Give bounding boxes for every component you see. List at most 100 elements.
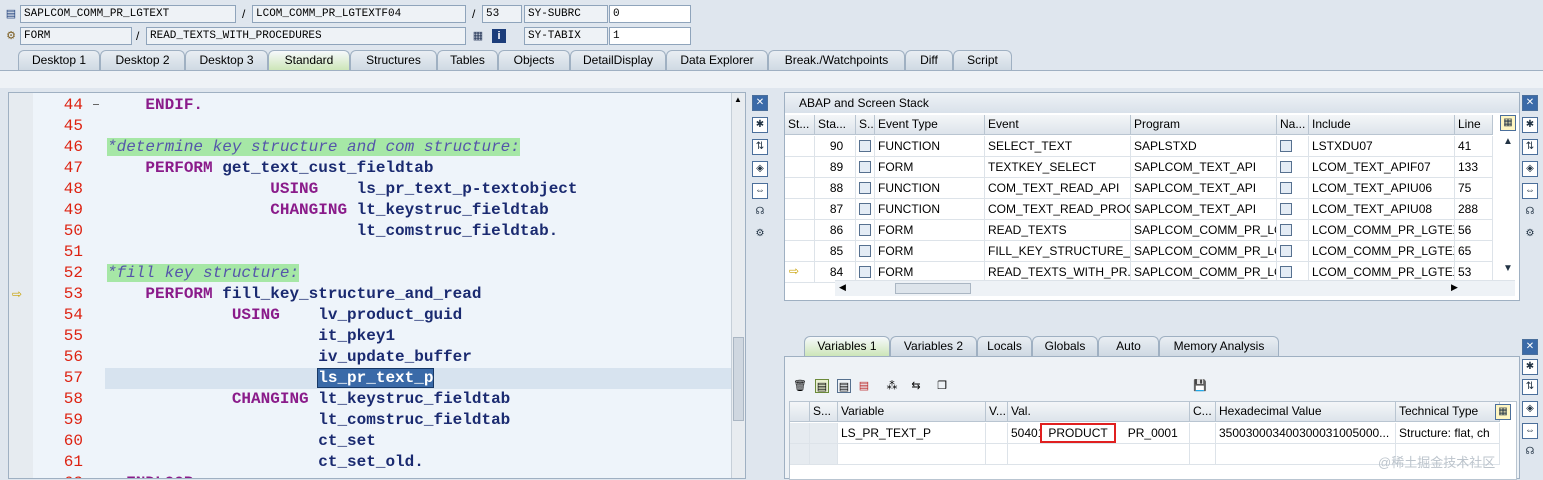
- service-icon[interactable]: ☊: [1522, 445, 1538, 461]
- service-icon[interactable]: ☊: [752, 205, 768, 221]
- table-row[interactable]: 90 FUNCTION SELECT_TEXT SAPLSTXD LSTXDU07 41: [785, 136, 1493, 157]
- tab-desktop-3[interactable]: Desktop 3: [185, 50, 268, 70]
- variable-col-header[interactable]: S...: [810, 402, 838, 422]
- layout-icon[interactable]: ▦: [1500, 115, 1516, 131]
- event-type-field[interactable]: FORM: [20, 27, 132, 45]
- save-icon[interactable]: 💾: [1193, 379, 1207, 393]
- maximize-icon[interactable]: ◈: [1522, 401, 1538, 417]
- table-row[interactable]: 88 FUNCTION COM_TEXT_READ_API SAPLCOM_TEXT_…: [785, 178, 1493, 199]
- tab-auto[interactable]: Auto: [1098, 336, 1159, 356]
- tab-tables[interactable]: Tables: [437, 50, 498, 70]
- sysval-field-1[interactable]: 0: [609, 5, 691, 23]
- tab-variables-1[interactable]: Variables 1: [804, 336, 890, 356]
- tab-break-watchpoints[interactable]: Break./Watchpoints: [768, 50, 905, 70]
- table-row[interactable]: 87 FUNCTION COM_TEXT_READ_PROC... SAPLCOM_T…: [785, 199, 1493, 220]
- tab-desktop-2[interactable]: Desktop 2: [100, 50, 185, 70]
- program-field[interactable]: SAPLCOM_COMM_PR_LGTEXT: [20, 5, 236, 23]
- resize-icon[interactable]: ⇔: [752, 183, 768, 199]
- list-icon[interactable]: ▤: [837, 379, 851, 393]
- swap-tool-icon[interactable]: ⇅: [752, 139, 768, 155]
- settings-icon[interactable]: ⚙: [1522, 227, 1538, 243]
- new-tool-icon[interactable]: ✱: [1522, 359, 1538, 375]
- stack-col-header[interactable]: Program: [1131, 115, 1277, 135]
- sysval-field-2[interactable]: 1: [609, 27, 691, 45]
- tab-globals[interactable]: Globals: [1032, 336, 1098, 356]
- new-tool-icon[interactable]: ✱: [1522, 117, 1538, 133]
- swap-tool-icon[interactable]: ⇅: [1522, 139, 1538, 155]
- tab-locals[interactable]: Locals: [977, 336, 1032, 356]
- stack-col-header[interactable]: Event Type: [875, 115, 985, 135]
- stack-col-header[interactable]: S...: [856, 115, 875, 135]
- line-field[interactable]: 53: [482, 5, 522, 23]
- tab-diff[interactable]: Diff: [905, 50, 953, 70]
- resize-icon[interactable]: ⇔: [1522, 423, 1538, 439]
- scroll-right-arrow[interactable]: ▶: [1451, 282, 1458, 293]
- table-row[interactable]: 85 FORM FILL_KEY_STRUCTURE_... SAPLCOM_COMM…: [785, 241, 1493, 262]
- variable-col-header[interactable]: Technical Type: [1396, 402, 1500, 422]
- event-type-icon[interactable]: [859, 266, 871, 278]
- tab-structures[interactable]: Structures: [350, 50, 437, 70]
- variable-col-header[interactable]: Hexadecimal Value: [1216, 402, 1396, 422]
- delete-icon[interactable]: 🗑: [793, 379, 807, 393]
- event-type-icon[interactable]: [859, 203, 871, 215]
- info-icon[interactable]: i: [492, 29, 506, 43]
- stack-col-header[interactable]: St...: [785, 115, 815, 135]
- scroll-thumb[interactable]: [733, 337, 744, 421]
- stack-col-header[interactable]: Include: [1309, 115, 1455, 135]
- scroll-down-icon[interactable]: ▼: [1500, 262, 1516, 278]
- selected-identifier[interactable]: ls_pr_text_p: [317, 368, 435, 388]
- navigate-icon[interactable]: ⇆: [909, 379, 923, 393]
- navigate-icon[interactable]: [1280, 203, 1292, 215]
- hierarchy-icon[interactable]: ⁂: [885, 379, 899, 393]
- stack-col-header[interactable]: Sta...: [815, 115, 856, 135]
- navigate-icon[interactable]: [1280, 140, 1292, 152]
- event-type-icon[interactable]: [859, 161, 871, 173]
- resize-icon[interactable]: ⇔: [1522, 183, 1538, 199]
- copy-icon[interactable]: ❐: [935, 379, 949, 393]
- service-icon[interactable]: ☊: [1522, 205, 1538, 221]
- tab-detaildisplay[interactable]: DetailDisplay: [570, 50, 666, 70]
- maximize-icon[interactable]: ◈: [752, 161, 768, 177]
- event-type-icon[interactable]: [859, 224, 871, 236]
- variable-col-header[interactable]: Val.: [1008, 402, 1190, 422]
- navigate-icon[interactable]: [1280, 266, 1292, 278]
- event-type-icon[interactable]: [859, 140, 871, 152]
- maximize-icon[interactable]: ◈: [1522, 161, 1538, 177]
- stack-col-header[interactable]: Line: [1455, 115, 1493, 135]
- tab-memory-analysis[interactable]: Memory Analysis: [1159, 336, 1279, 356]
- table-row[interactable]: LS_PR_TEXT_P 50401 PRODUCT PR_0001 350030003…: [790, 423, 1516, 444]
- tab-desktop-1[interactable]: Desktop 1: [18, 50, 100, 70]
- scroll-left-arrow[interactable]: ◀: [839, 282, 846, 293]
- swap-tool-icon[interactable]: ⇅: [1522, 379, 1538, 395]
- stack-hscrollbar[interactable]: ◀ ▶: [835, 280, 1515, 296]
- stack-col-header[interactable]: Na...: [1277, 115, 1309, 135]
- navigate-icon[interactable]: [1280, 161, 1292, 173]
- source-editor[interactable]: 44 ENDIF. 45 46 *determine key structure an…: [8, 92, 746, 479]
- event-type-icon[interactable]: [859, 245, 871, 257]
- scroll-up-arrow[interactable]: ▲: [734, 95, 742, 104]
- insert-row-icon[interactable]: ▤: [815, 379, 829, 393]
- table-row[interactable]: 89 FORM TEXTKEY_SELECT SAPLCOM_TEXT_API LCOM…: [785, 157, 1493, 178]
- settings-icon[interactable]: ⚙: [752, 227, 768, 243]
- variable-col-header[interactable]: Variable: [838, 402, 986, 422]
- stack-col-header[interactable]: Event: [985, 115, 1131, 135]
- variable-col-header[interactable]: V...: [986, 402, 1008, 422]
- include-field[interactable]: LCOM_COMM_PR_LGTEXTF04: [252, 5, 466, 23]
- tab-variables-2[interactable]: Variables 2: [890, 336, 977, 356]
- close-icon[interactable]: ✕: [1522, 339, 1538, 355]
- event-name-field[interactable]: READ_TEXTS_WITH_PROCEDURES: [146, 27, 466, 45]
- layout-icon[interactable]: ▦: [1495, 404, 1511, 420]
- navigate-icon[interactable]: ▦: [471, 29, 485, 43]
- close-icon[interactable]: ✕: [752, 95, 768, 111]
- scroll-thumb[interactable]: [895, 283, 971, 294]
- sort-icon[interactable]: ▤: [857, 379, 871, 393]
- breakpoint-gutter[interactable]: [9, 93, 33, 478]
- editor-scrollbar[interactable]: ▲: [731, 93, 745, 478]
- tab-standard[interactable]: Standard: [268, 50, 350, 70]
- tab-data-explorer[interactable]: Data Explorer: [666, 50, 768, 70]
- scroll-up-icon[interactable]: ▲: [1500, 135, 1516, 151]
- event-type-icon[interactable]: [859, 182, 871, 194]
- navigate-icon[interactable]: [1280, 245, 1292, 257]
- variable-col-header[interactable]: C...: [1190, 402, 1216, 422]
- table-cell[interactable]: LS_PR_TEXT_P: [838, 423, 986, 444]
